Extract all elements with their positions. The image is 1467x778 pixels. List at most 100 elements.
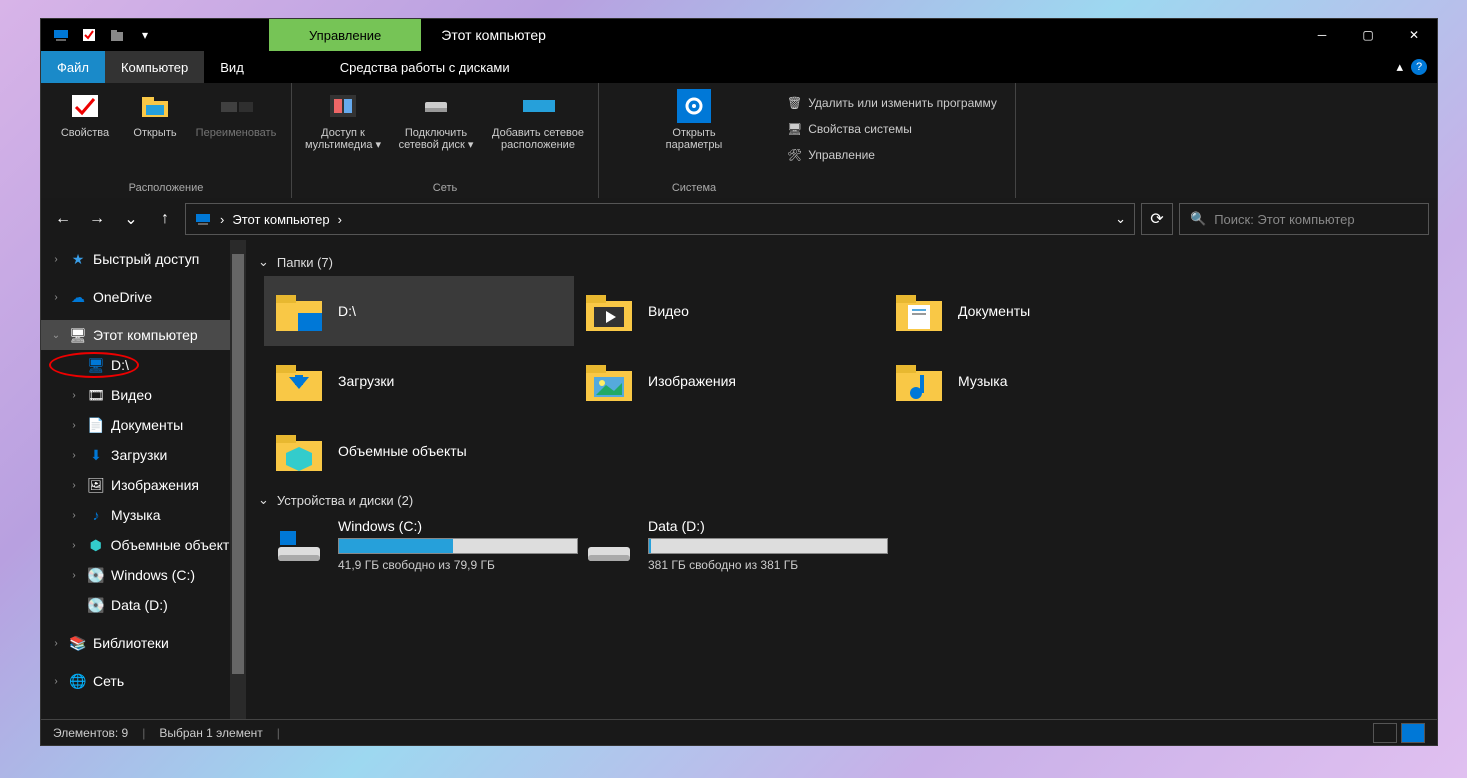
sidebar-this-pc[interactable]: ⌄🖥Этот компьютер xyxy=(41,320,246,350)
maximize-button[interactable]: ▢ xyxy=(1345,19,1391,51)
cube-icon: ⬢ xyxy=(87,537,105,554)
sysprops-icon: 🖥 xyxy=(787,122,802,136)
window-title: Этот компьютер xyxy=(441,27,546,43)
ribbon-group-location: Расположение xyxy=(129,180,204,196)
sidebar-onedrive[interactable]: ›☁OneDrive xyxy=(41,282,246,312)
video-icon: 🎞 xyxy=(87,387,105,404)
sidebar-item-3d-objects[interactable]: ›⬢Объемные объекты xyxy=(41,530,246,560)
drive-d-icon xyxy=(584,526,634,566)
pictures-folder-icon xyxy=(584,356,634,406)
view-details-button[interactable] xyxy=(1373,723,1397,743)
ribbon-properties[interactable]: Свойства xyxy=(51,89,119,180)
sidebar-libraries[interactable]: ›📚Библиотеки xyxy=(41,628,246,658)
nav-recent-dropdown[interactable]: ⌄ xyxy=(117,205,145,233)
sidebar-item-windows-c[interactable]: ›💽Windows (C:) xyxy=(41,560,246,590)
navigation-pane: ›★Быстрый доступ ›☁OneDrive ⌄🖥Этот компь… xyxy=(41,240,246,719)
qat-new-folder-icon[interactable] xyxy=(105,23,129,47)
crumb-sep-icon[interactable]: › xyxy=(220,212,224,227)
group-drives-header[interactable]: ⌄Устройства и диски (2) xyxy=(250,486,1433,514)
close-button[interactable]: ✕ xyxy=(1391,19,1437,51)
breadcrumb-this-pc[interactable]: Этот компьютер xyxy=(232,212,329,227)
nav-bar: ← → ⌄ ↑ › Этот компьютер › ⌄ ⟳ 🔍 Поиск: … xyxy=(41,198,1437,240)
ribbon-open-settings[interactable]: Открыть параметры xyxy=(660,89,728,151)
3d-folder-icon xyxy=(274,426,324,476)
drive-icon: 💽 xyxy=(87,567,105,584)
help-icon[interactable]: ? xyxy=(1411,59,1427,75)
sidebar-item-music[interactable]: ›♪Музыка xyxy=(41,500,246,530)
ribbon-manage[interactable]: 🛠Управление xyxy=(779,143,1005,167)
nav-up[interactable]: ↑ xyxy=(151,205,179,233)
drive-icon: 💽 xyxy=(87,597,105,614)
libraries-icon: 📚 xyxy=(69,635,87,652)
tab-disk-tools[interactable]: Средства работы с дисками xyxy=(320,51,530,83)
folder-videos[interactable]: Видео xyxy=(574,276,884,346)
qat-properties-icon[interactable] xyxy=(77,23,101,47)
media-icon xyxy=(326,89,360,123)
pictures-icon: 🖼 xyxy=(87,477,105,494)
sidebar-item-d-drive[interactable]: 🖥D:\ xyxy=(41,350,246,380)
music-folder-icon xyxy=(894,356,944,406)
uninstall-icon: 🗑 xyxy=(787,96,802,110)
folder-pictures[interactable]: Изображения xyxy=(574,346,884,416)
map-drive-icon xyxy=(419,89,453,123)
collapse-ribbon-icon[interactable]: ▴ xyxy=(1396,59,1403,75)
ribbon-add-location[interactable]: Добавить сетевое расположение xyxy=(488,89,588,180)
ribbon-system-properties[interactable]: 🖥Свойства системы xyxy=(779,117,1005,141)
address-bar[interactable]: › Этот компьютер › ⌄ xyxy=(185,203,1135,235)
minimize-button[interactable]: ─ xyxy=(1299,19,1345,51)
folder-3d-objects[interactable]: Объемные объекты xyxy=(264,416,574,486)
contextual-tab-manage[interactable]: Управление xyxy=(269,19,421,51)
drive-windows-c[interactable]: Windows (C:) 41,9 ГБ свободно из 79,9 ГБ xyxy=(264,514,574,576)
ribbon-open[interactable]: Открыть xyxy=(129,89,181,180)
status-bar: Элементов: 9 | Выбран 1 элемент | xyxy=(41,719,1437,745)
nav-back[interactable]: ← xyxy=(49,205,77,233)
scroll-thumb[interactable] xyxy=(232,254,244,674)
tab-file[interactable]: Файл xyxy=(41,51,105,83)
documents-icon: 📄 xyxy=(87,417,105,434)
address-dropdown-icon[interactable]: ⌄ xyxy=(1115,211,1126,227)
sidebar-item-documents[interactable]: ›📄Документы xyxy=(41,410,246,440)
tab-view[interactable]: Вид xyxy=(204,51,260,83)
drive-usage-bar xyxy=(338,538,578,554)
folder-downloads[interactable]: Загрузки xyxy=(264,346,574,416)
network-icon: 🌐 xyxy=(69,673,87,690)
ribbon-uninstall-program[interactable]: 🗑Удалить или изменить программу xyxy=(779,91,1005,115)
ribbon-group-network: Сеть xyxy=(433,180,457,196)
pc-icon[interactable] xyxy=(49,23,73,47)
folder-documents[interactable]: Документы xyxy=(884,276,1194,346)
view-tiles-button[interactable] xyxy=(1401,723,1425,743)
qat-dropdown-icon[interactable]: ▾ xyxy=(133,23,157,47)
drive-c-icon xyxy=(274,526,324,566)
music-icon: ♪ xyxy=(87,507,105,523)
nav-forward[interactable]: → xyxy=(83,205,111,233)
chevron-down-icon: ⌄ xyxy=(258,492,269,508)
download-icon: ⬇ xyxy=(87,447,105,464)
tab-computer[interactable]: Компьютер xyxy=(105,51,204,83)
sidebar-item-videos[interactable]: ›🎞Видео xyxy=(41,380,246,410)
ribbon-group-system: Система xyxy=(609,180,779,196)
drive-data-d[interactable]: Data (D:) 381 ГБ свободно из 381 ГБ xyxy=(574,514,884,576)
folder-d-drive[interactable]: D:\ xyxy=(264,276,574,346)
drive-usage-bar xyxy=(648,538,888,554)
ribbon: Свойства Открыть Переименовать Расположе… xyxy=(41,83,1437,198)
monitor-icon: 🖥 xyxy=(87,357,105,374)
sidebar-item-downloads[interactable]: ›⬇Загрузки xyxy=(41,440,246,470)
refresh-button[interactable]: ⟳ xyxy=(1141,203,1173,235)
ribbon-media-access[interactable]: Доступ к мультимедиа ▾ xyxy=(302,89,384,180)
cloud-icon: ☁ xyxy=(69,289,87,306)
search-icon: 🔍 xyxy=(1190,211,1206,227)
open-folder-icon xyxy=(138,89,172,123)
group-folders-header[interactable]: ⌄Папки (7) xyxy=(250,248,1433,276)
sidebar-item-pictures[interactable]: ›🖼Изображения xyxy=(41,470,246,500)
crumb-sep-icon[interactable]: › xyxy=(338,212,342,227)
explorer-window: ▾ Управление Этот компьютер ─ ▢ ✕ Файл К… xyxy=(40,18,1438,746)
sidebar-network[interactable]: ›🌐Сеть xyxy=(41,666,246,696)
videos-folder-icon xyxy=(584,286,634,336)
star-icon: ★ xyxy=(69,251,87,268)
sidebar-quick-access[interactable]: ›★Быстрый доступ xyxy=(41,244,246,274)
ribbon-map-drive[interactable]: Подключить сетевой диск ▾ xyxy=(394,89,478,180)
sidebar-scrollbar[interactable] xyxy=(230,240,246,719)
search-box[interactable]: 🔍 Поиск: Этот компьютер xyxy=(1179,203,1429,235)
folder-music[interactable]: Музыка xyxy=(884,346,1194,416)
sidebar-item-data-d[interactable]: 💽Data (D:) xyxy=(41,590,246,620)
